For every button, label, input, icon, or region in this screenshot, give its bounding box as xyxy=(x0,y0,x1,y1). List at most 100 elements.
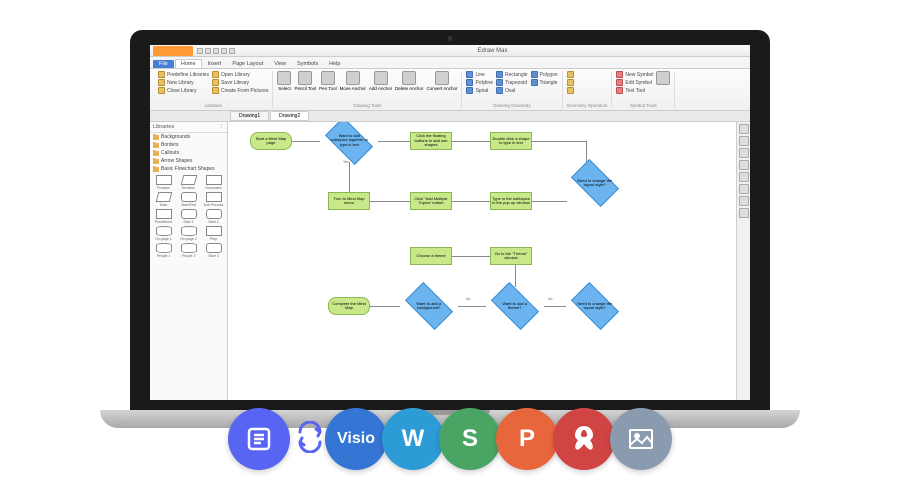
node-double-click[interactable]: Double click a shape to type in text xyxy=(490,132,532,150)
doc-tab-2[interactable]: Drawing2 xyxy=(270,111,309,121)
ribbon-group-label: Libraries xyxy=(158,102,268,108)
node-add-multiple[interactable]: Click "Add Multiple Topics" button xyxy=(410,192,452,210)
tab-view[interactable]: View xyxy=(269,60,291,68)
shape-start1[interactable]: Start 1 xyxy=(177,209,200,224)
pen-tool[interactable]: Pen Tool xyxy=(319,71,336,91)
toolbar-icon[interactable] xyxy=(739,160,749,170)
geo-op-2[interactable] xyxy=(567,79,574,86)
tab-file[interactable]: File xyxy=(153,60,174,68)
category-backgrounds[interactable]: Backgrounds xyxy=(150,133,227,141)
shape-onpage1[interactable]: On-page 1 xyxy=(152,226,175,241)
node-click-floating[interactable]: Click the floating buttons to add sub sh… xyxy=(410,132,452,150)
laptop-mockup: Edraw Max File Home Insert Page Layout V… xyxy=(130,30,770,435)
node-decision-theme[interactable]: Want to add a theme? xyxy=(491,282,539,330)
ribbon-group-libraries: Predefine Libraries New Library Close Li… xyxy=(154,71,273,108)
polyline-tool[interactable]: Polyline xyxy=(466,79,493,86)
tab-help[interactable]: Help xyxy=(324,60,345,68)
shape-decision[interactable]: Decision xyxy=(177,175,200,190)
node-decision-background[interactable]: Want to add a background? xyxy=(405,282,453,330)
convert-anchor-tool[interactable]: Convert Anchor xyxy=(426,71,457,91)
select-tool[interactable]: Select xyxy=(277,71,291,91)
save-library-button[interactable]: Save Library xyxy=(212,79,269,86)
shape-onpage2[interactable]: On-page 2 xyxy=(177,226,200,241)
category-callouts[interactable]: Callouts xyxy=(150,149,227,157)
doc-tab-1[interactable]: Drawing1 xyxy=(230,111,269,121)
tab-symbols[interactable]: Symbols xyxy=(292,60,323,68)
connector-label-yes: Yes xyxy=(343,160,349,164)
polygon-tool[interactable]: Polygon xyxy=(531,71,558,78)
shape-people1[interactable]: People 1 xyxy=(152,243,175,258)
export-format-row: Visio W S P xyxy=(228,408,672,470)
smart-shape-button[interactable] xyxy=(656,71,670,85)
create-from-pictures-button[interactable]: Create From Pictures xyxy=(212,87,269,94)
shapes-panel: Libraries⋮ Backgrounds Borders Callouts … xyxy=(150,122,228,400)
shape-start3[interactable]: Start 3 xyxy=(202,243,225,258)
delete-anchor-tool[interactable]: Delete Anchor xyxy=(395,71,423,91)
node-complete[interactable]: Complete the Mind Map xyxy=(328,297,370,315)
node-mindmap-menu[interactable]: Turn to Mind Map menu xyxy=(328,192,370,210)
node-decision-subtopics[interactable]: Want to add subtopics together or type i… xyxy=(325,122,373,165)
shape-document[interactable]: Document xyxy=(202,175,225,190)
connector xyxy=(370,201,410,202)
panel-menu-icon[interactable]: ⋮ xyxy=(219,124,225,130)
shape-start2[interactable]: Start 2 xyxy=(202,209,225,224)
tab-home[interactable]: Home xyxy=(175,59,202,68)
geo-op-3[interactable] xyxy=(567,87,574,94)
add-anchor-tool[interactable]: Add Anchor xyxy=(369,71,392,91)
node-decision-layout[interactable]: Need to change the layout style? xyxy=(571,159,619,207)
app-logo xyxy=(153,46,193,56)
predefine-libraries-button[interactable]: Predefine Libraries xyxy=(158,71,209,78)
shape-people2[interactable]: People 2 xyxy=(177,243,200,258)
geo-op-1[interactable] xyxy=(567,71,574,78)
shape-prep[interactable]: Prep xyxy=(202,226,225,241)
toolbar-icon[interactable] xyxy=(739,148,749,158)
triangle-tool[interactable]: Triangle xyxy=(531,79,558,86)
connector xyxy=(378,141,410,142)
tab-insert[interactable]: Insert xyxy=(203,60,227,68)
shape-predefined[interactable]: Predefined xyxy=(152,209,175,224)
connector xyxy=(370,306,400,307)
node-start[interactable]: Start a Mind Map page xyxy=(250,132,292,150)
new-symbol-button[interactable]: New Symbol xyxy=(616,71,653,78)
open-library-button[interactable]: Open Library xyxy=(212,71,269,78)
close-library-button[interactable]: Close Library xyxy=(158,87,209,94)
oval-tool[interactable]: Oval xyxy=(496,87,528,94)
toolbar-icon[interactable] xyxy=(739,196,749,206)
new-library-button[interactable]: New Library xyxy=(158,79,209,86)
toolbar-icon[interactable] xyxy=(739,172,749,182)
node-type-subtopics[interactable]: Type in the subtopics in the pop up wind… xyxy=(490,192,532,210)
connector xyxy=(532,201,567,202)
connector xyxy=(452,201,490,202)
toolbar-icon[interactable] xyxy=(739,136,749,146)
shape-process[interactable]: Process xyxy=(152,175,175,190)
category-arrows[interactable]: Arrow Shapes xyxy=(150,157,227,165)
image-format-icon xyxy=(610,408,672,470)
rectangle-tool[interactable]: Rectangle xyxy=(496,71,528,78)
powerpoint-format-icon: P xyxy=(496,408,558,470)
edit-symbol-button[interactable]: Edit Symbol xyxy=(616,79,653,86)
connector xyxy=(544,306,566,307)
node-decision-layout2[interactable]: Need to change the layout style? xyxy=(571,282,619,330)
tab-page-layout[interactable]: Page Layout xyxy=(227,60,268,68)
shape-data[interactable]: Data xyxy=(152,192,175,207)
node-choose-theme[interactable]: Choose a theme xyxy=(410,247,452,265)
text-tool-button[interactable]: Text Tool xyxy=(616,87,653,94)
trapezoid-tool[interactable]: Trapezoid xyxy=(496,79,528,86)
shape-subprocess[interactable]: Sub Process xyxy=(202,192,225,207)
pencil-tool[interactable]: Pencil Tool xyxy=(294,71,316,91)
connector xyxy=(515,265,516,287)
toolbar-icon[interactable] xyxy=(739,184,749,194)
quick-access-toolbar[interactable] xyxy=(197,48,235,54)
toolbar-icon[interactable] xyxy=(739,124,749,134)
node-theme-window[interactable]: Go to the "Theme" window xyxy=(490,247,532,265)
canvas[interactable]: Start a Mind Map page Want to add subtop… xyxy=(228,122,736,400)
shape-terminal[interactable]: Start/End xyxy=(177,192,200,207)
move-anchor-tool[interactable]: Move Anchor xyxy=(340,71,366,91)
spiral-tool[interactable]: Spiral xyxy=(466,87,493,94)
category-borders[interactable]: Borders xyxy=(150,141,227,149)
ribbon-group-label: Symbol Tools xyxy=(616,102,670,108)
category-flowchart[interactable]: Basic Flowchart Shapes xyxy=(150,165,227,173)
toolbar-icon[interactable] xyxy=(739,208,749,218)
connector xyxy=(532,141,586,142)
line-tool[interactable]: Line xyxy=(466,71,493,78)
